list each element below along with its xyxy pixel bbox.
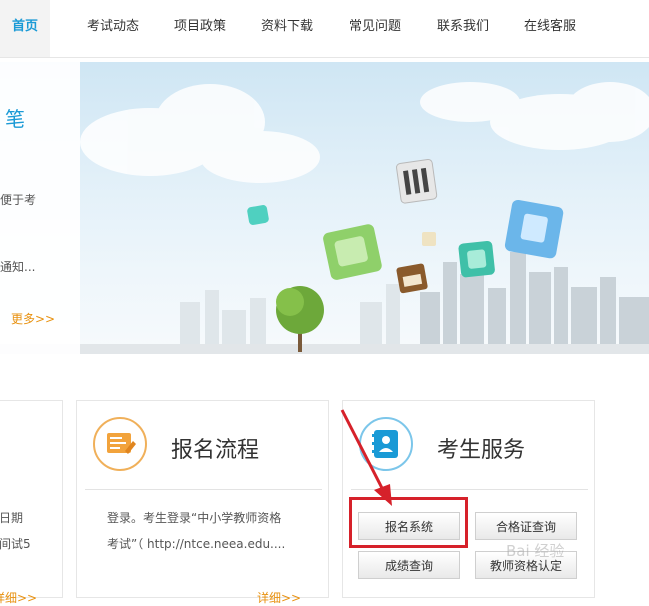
watermark: Bai 经验 [506, 542, 565, 560]
annotation-arrow [340, 409, 392, 506]
